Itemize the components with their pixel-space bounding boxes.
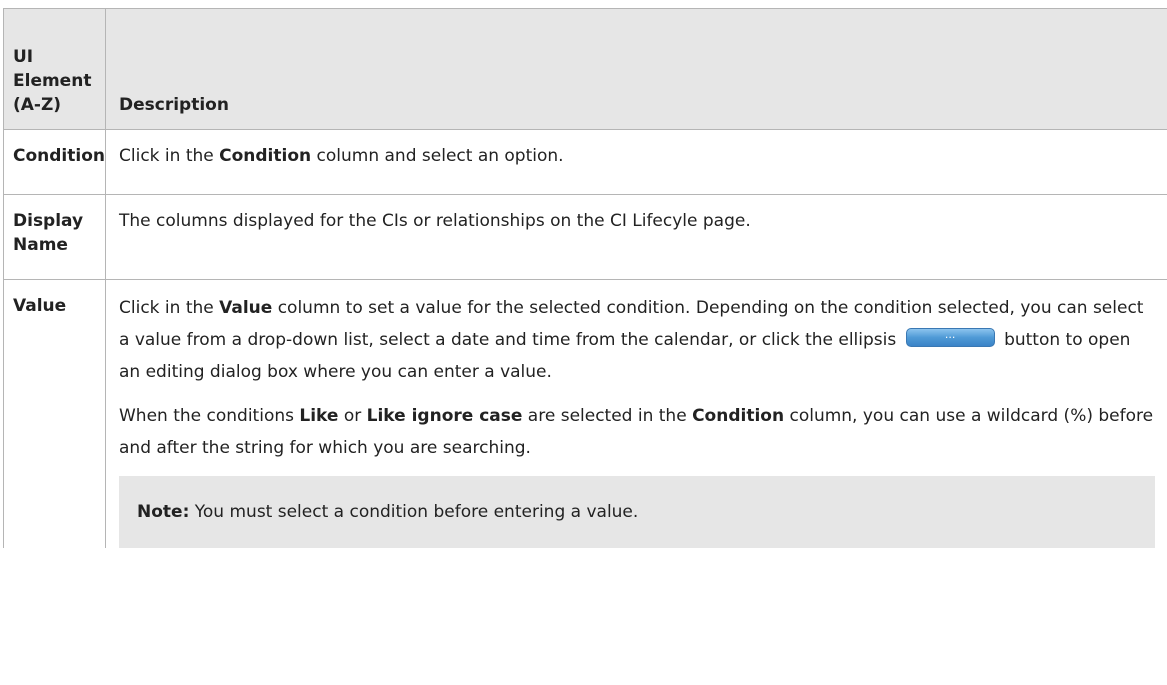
bold-term: Value	[219, 298, 273, 318]
text-run: column and select an option.	[311, 146, 564, 166]
element-description-display-name: The columns displayed for the CIs or rel…	[105, 194, 1167, 280]
bold-term: Like	[299, 406, 339, 426]
description-paragraph: The columns displayed for the CIs or rel…	[119, 211, 751, 231]
element-description-value: Click in the Value column to set a value…	[105, 279, 1167, 548]
table-header-row: UI Element (A-Z) Description	[3, 8, 1167, 130]
element-description-condition: Click in the Condition column and select…	[105, 129, 1167, 195]
text-run: are selected in the	[522, 406, 693, 426]
note-box: Note: You must select a condition before…	[119, 476, 1155, 548]
text-run: Click in the	[119, 298, 220, 318]
ellipsis-button-image: ...	[905, 327, 995, 347]
header-description: Description	[105, 8, 1167, 130]
bold-term: Condition	[692, 406, 785, 426]
note-label: Note:	[137, 502, 190, 522]
description-paragraph: When the conditions Like or Like ignore …	[119, 400, 1155, 464]
table-row: Value Click in the Value column to set a…	[3, 279, 1167, 548]
header-ui-element: UI Element (A-Z)	[3, 8, 106, 130]
header-ui-element-label: UI Element (A-Z)	[13, 47, 92, 115]
description-paragraph: Click in the Value column to set a value…	[119, 292, 1155, 388]
table-row: Condition Click in the Condition column …	[3, 129, 1167, 195]
text-run: When the conditions	[119, 406, 300, 426]
element-name-condition: Condition	[3, 129, 106, 195]
description-paragraph: Click in the Condition column and select…	[119, 142, 1155, 170]
bold-term: Condition	[219, 146, 312, 166]
text-run: or	[338, 406, 367, 426]
element-name-value: Value	[3, 279, 106, 548]
element-name-display-name: Display Name	[3, 194, 106, 280]
table-row: Display Name The columns displayed for t…	[3, 194, 1167, 280]
bold-term: Like ignore case	[366, 406, 523, 426]
text-run: Click in the	[119, 146, 220, 166]
ui-elements-table: UI Element (A-Z) Description Condition C…	[3, 8, 1167, 548]
header-description-label: Description	[119, 95, 229, 115]
note-text: You must select a condition before enter…	[189, 502, 639, 522]
